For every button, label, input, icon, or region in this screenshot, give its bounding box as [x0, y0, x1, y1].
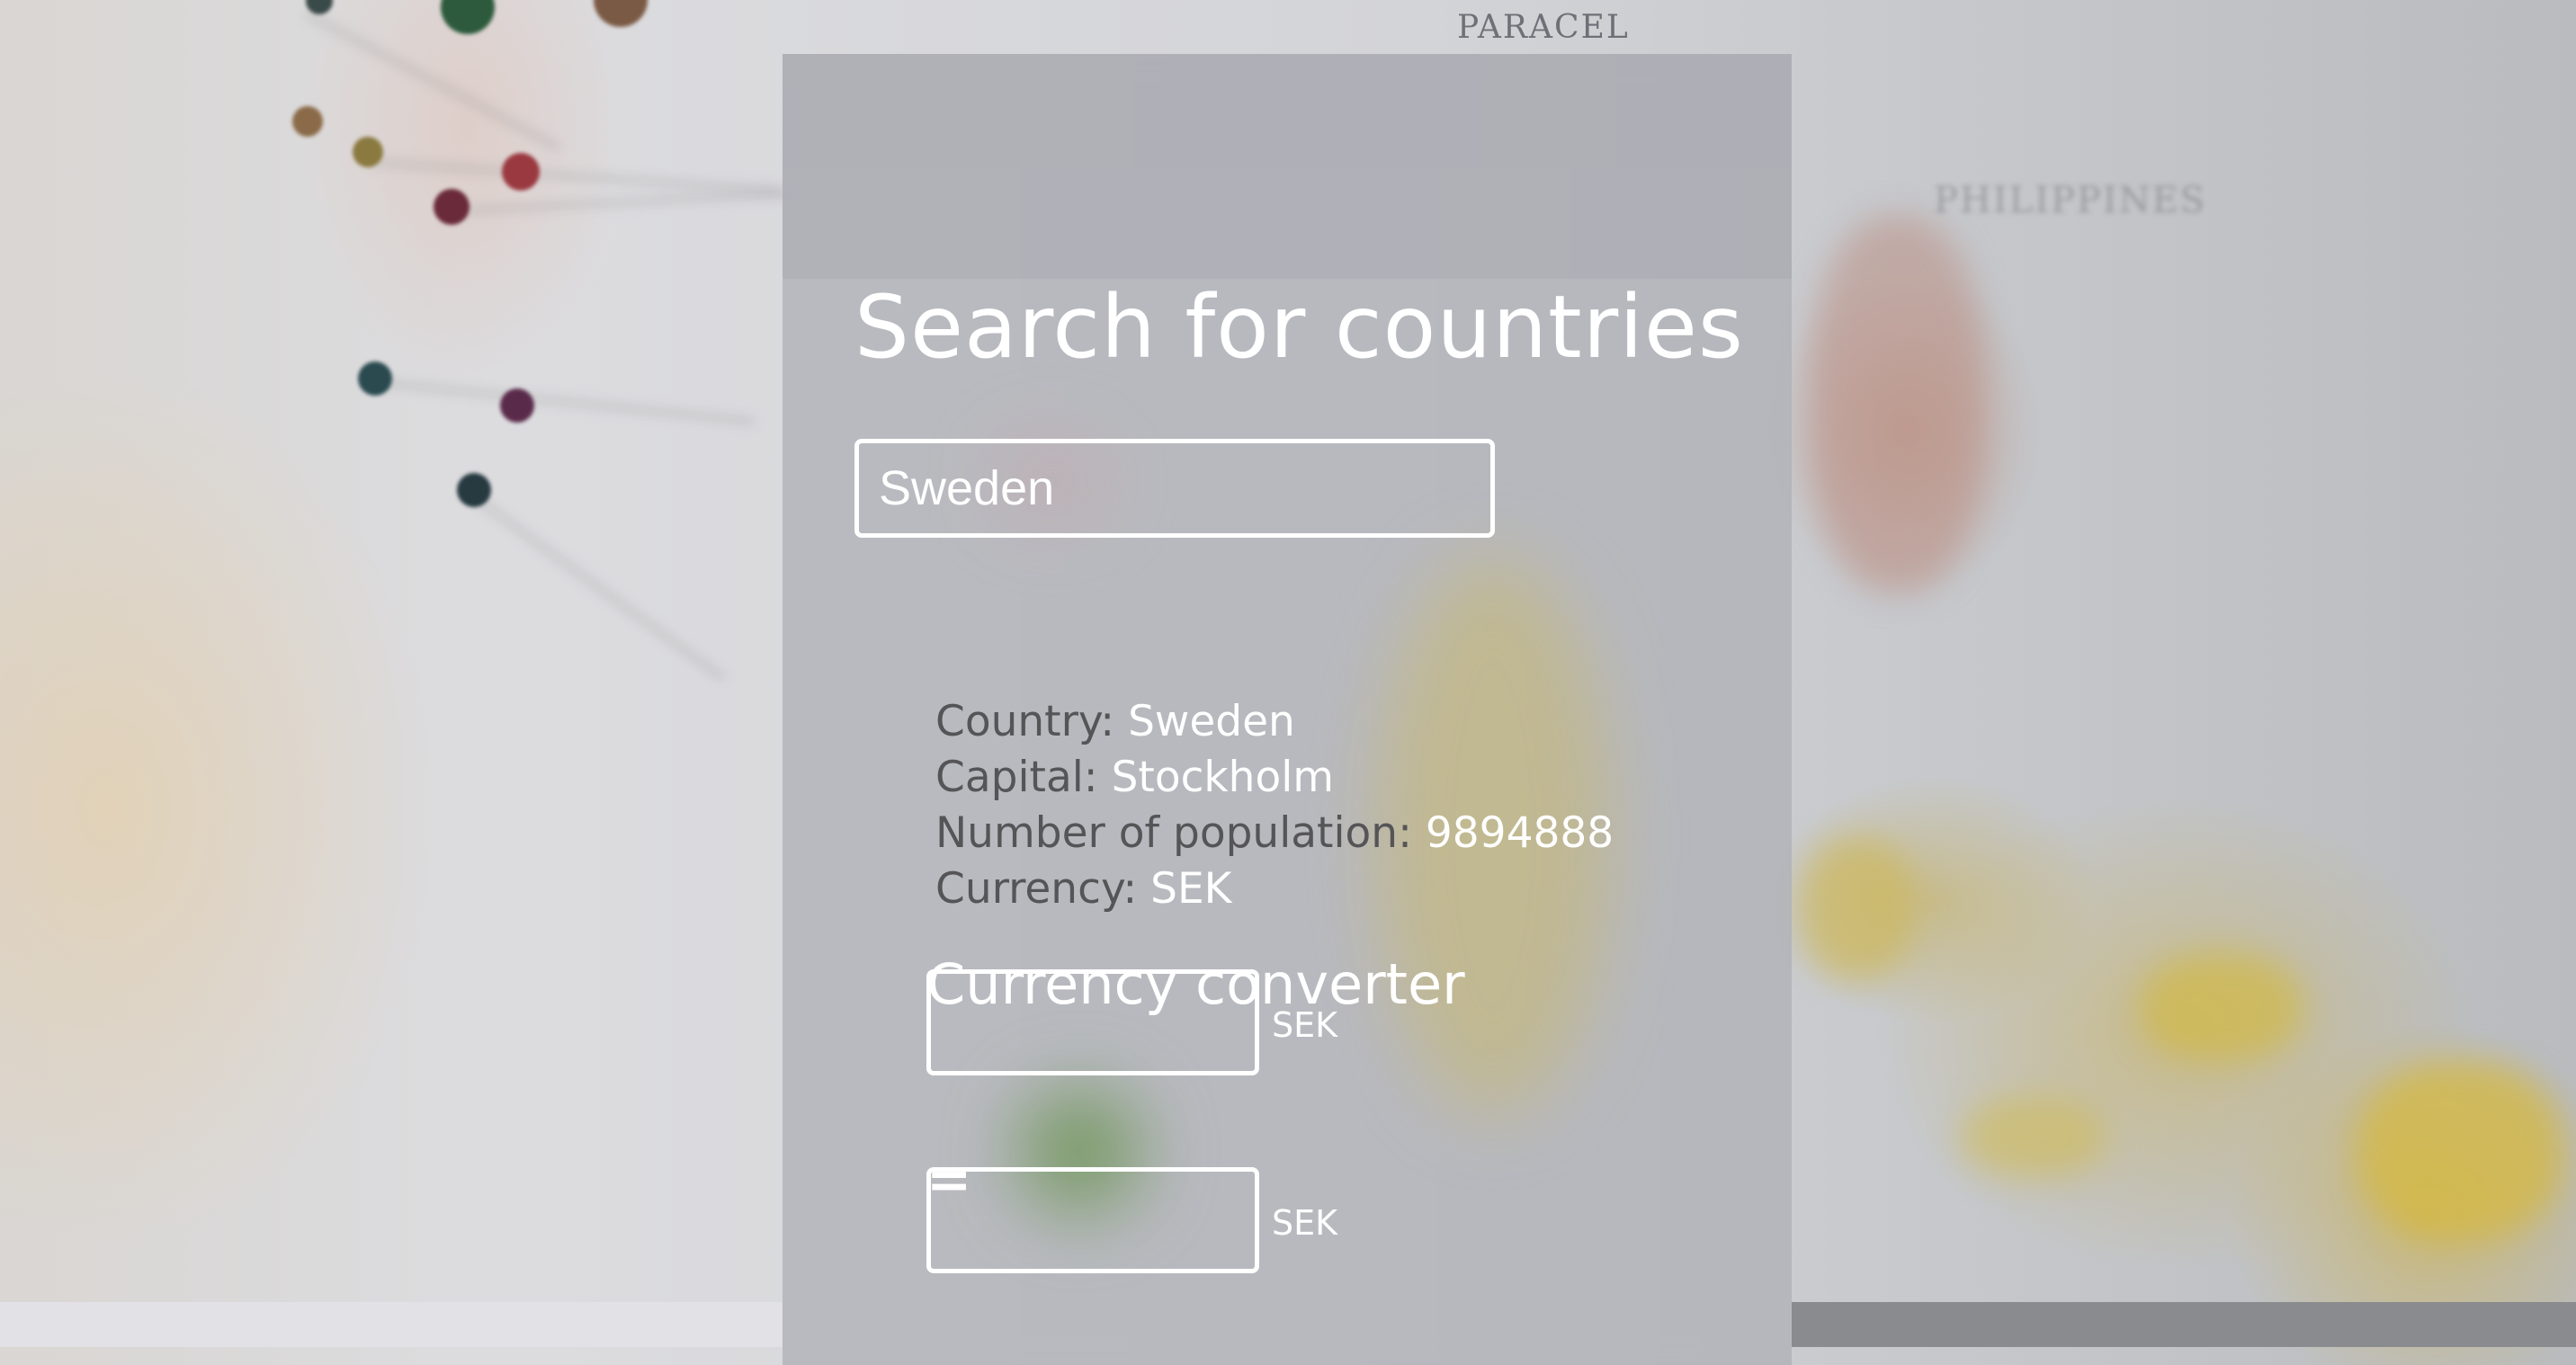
- capital-label: Capital:: [935, 753, 1112, 802]
- map-pin-icon: [457, 473, 491, 507]
- pin-line: [377, 378, 755, 426]
- map-pin-icon: [594, 0, 648, 27]
- pin-line: [303, 9, 562, 153]
- convert-to-input[interactable]: [926, 1167, 1259, 1273]
- footer-bar-right: [1792, 1302, 2576, 1347]
- panel-header-area: [783, 54, 1792, 279]
- map-region: [1808, 216, 1988, 593]
- footer-bar-left: [0, 1302, 783, 1347]
- convert-from-input[interactable]: [926, 969, 1259, 1075]
- pin-line: [474, 495, 728, 682]
- country-search-input[interactable]: [854, 439, 1495, 538]
- map-pin-icon: [292, 106, 323, 137]
- pin-line: [449, 189, 792, 216]
- map-background: PARACEL PHILIPPINES Search for countries…: [0, 0, 2576, 1365]
- map-region: [2141, 953, 2303, 1061]
- map-region: [1799, 836, 1916, 980]
- search-panel: Search for countries Country: Sweden Cap…: [783, 54, 1792, 1365]
- population-row: Number of population: 9894888: [935, 806, 1614, 861]
- map-pin-icon: [502, 153, 540, 191]
- country-info: Country: Sweden Capital: Stockholm Numbe…: [935, 694, 1614, 917]
- capital-row: Capital: Stockholm: [935, 750, 1614, 806]
- map-region: [1961, 1097, 2105, 1178]
- map-label-paracel: PARACEL: [1457, 9, 1630, 46]
- currency-label: Currency:: [935, 864, 1151, 914]
- currency-value: SEK: [1150, 864, 1232, 914]
- map-pin-icon: [353, 137, 383, 167]
- page-title: Search for countries: [854, 277, 1744, 378]
- map-pin-icon: [434, 189, 470, 225]
- country-label: Country:: [935, 697, 1129, 746]
- map-label-philippines: PHILIPPINES: [1934, 180, 2207, 221]
- convert-to-unit: SEK: [1272, 1203, 1338, 1243]
- map-pin-icon: [358, 361, 392, 396]
- map-pin-icon: [441, 0, 495, 34]
- capital-value: Stockholm: [1111, 753, 1335, 802]
- country-value: Sweden: [1128, 697, 1295, 746]
- currency-row: Currency: SEK: [935, 861, 1614, 917]
- population-value: 9894888: [1425, 808, 1614, 858]
- pin-line: [368, 157, 783, 196]
- map-pin-icon: [500, 388, 534, 423]
- country-row: Country: Sweden: [935, 694, 1614, 750]
- convert-from-unit: SEK: [1272, 1005, 1338, 1045]
- map-region: [2357, 1061, 2563, 1241]
- population-label: Number of population:: [935, 808, 1426, 858]
